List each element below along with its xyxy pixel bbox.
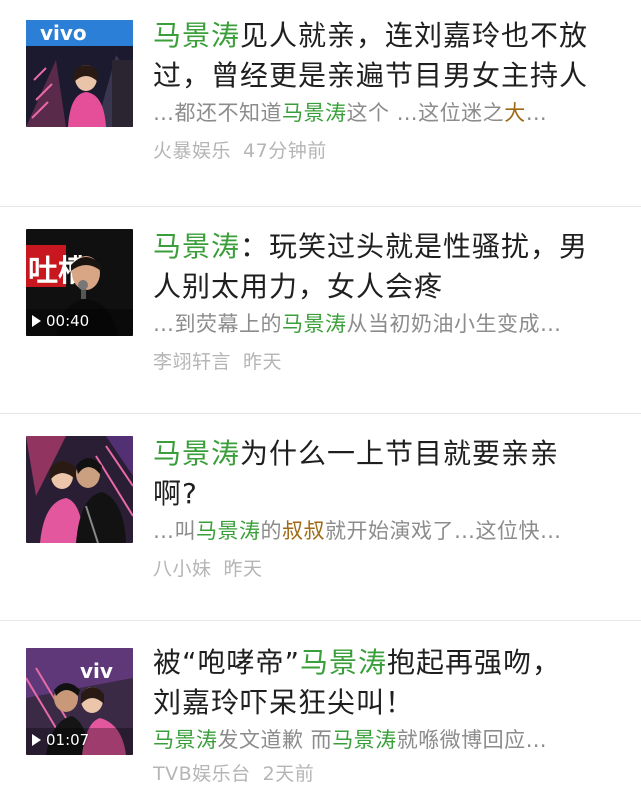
title-keyword: 马景涛 — [153, 230, 241, 263]
snippet-keyword: 马景涛 — [196, 519, 261, 543]
snippet-keyword: 马景涛 — [332, 728, 397, 752]
title-text: 见人就亲，连刘嘉玲也不放 — [240, 19, 589, 52]
title-text-line2: 刘嘉玲吓呆狂尖叫！ — [153, 686, 415, 719]
news-snippet: …到荧幕上的马景涛从当初奶油小生变成… — [153, 309, 613, 339]
talkshow-photo-icon[interactable]: 吐槽 00:40 — [26, 229, 133, 336]
news-feed: vivo 马景涛见人就亲，连刘嘉玲也不放 过，曾经更是亲遍节目男女主持人 …都还… — [0, 0, 641, 808]
timestamp: 47分钟前 — [243, 140, 327, 162]
news-meta: 八小妹 昨天 — [153, 556, 613, 582]
snippet-text: 就喺微博回应… — [396, 728, 548, 752]
snippet-keyword: 叔叔 — [282, 519, 325, 543]
play-icon — [32, 315, 41, 327]
news-snippet: 马景涛发文道歉 而马景涛就喺微博回应… — [153, 725, 613, 755]
snippet-keyword: 大 — [504, 101, 526, 125]
video-duration: 00:40 — [32, 312, 89, 330]
source-name[interactable]: 李翊轩言 — [153, 351, 231, 373]
source-name[interactable]: 八小妹 — [153, 558, 212, 580]
title-keyword: 马景涛 — [300, 646, 388, 679]
title-text-line2: 啊? — [153, 477, 198, 510]
title-text: 被“咆哮帝” — [153, 646, 301, 679]
source-name[interactable]: TVB娱乐台 — [153, 763, 251, 785]
news-title[interactable]: 被“咆哮帝”马景涛抱起再强吻， 刘嘉玲吓呆狂尖叫！ — [153, 643, 613, 723]
snippet-text: …都还不知道 — [153, 101, 282, 125]
thumb-logo-text: viv — [80, 659, 113, 683]
video-duration: 01:07 — [32, 731, 89, 749]
snippet-text: 发文道歉 而 — [217, 728, 333, 752]
news-snippet: …叫马景涛的叔叔就开始演戏了…这位快… — [153, 516, 613, 546]
title-text: 为什么一上节目就要亲亲 — [240, 437, 560, 470]
snippet-text: 这个 …这位迷之 — [346, 101, 505, 125]
news-title[interactable]: 马景涛：玩笑过头就是性骚扰，男 人别太用力，女人会疼 — [153, 227, 613, 307]
snippet-text: …叫 — [153, 519, 196, 543]
thumb-logo-text: vivo — [40, 21, 87, 45]
play-icon — [32, 734, 41, 746]
title-text: 抱起再强吻， — [387, 646, 562, 679]
snippet-text: 的 — [260, 519, 282, 543]
news-item[interactable]: 马景涛为什么一上节目就要亲亲 啊? …叫马景涛的叔叔就开始演戏了…这位快… 八小… — [0, 414, 641, 621]
title-keyword: 马景涛 — [153, 19, 241, 52]
snippet-text: 就开始演戏了…这位快… — [325, 519, 562, 543]
news-meta: 李翊轩言 昨天 — [153, 349, 613, 375]
title-text: ：玩笑过头就是性骚扰，男 — [240, 230, 589, 263]
timestamp: 2天前 — [262, 763, 315, 785]
timestamp: 昨天 — [223, 558, 263, 580]
news-meta: TVB娱乐台 2天前 — [153, 761, 613, 787]
snippet-keyword: 马景涛 — [282, 312, 347, 336]
snippet-keyword: 马景涛 — [153, 728, 218, 752]
kiss-photo-icon[interactable] — [26, 436, 133, 543]
snippet-keyword: 马景涛 — [282, 101, 347, 125]
news-item[interactable]: vivo 马景涛见人就亲，连刘嘉玲也不放 过，曾经更是亲遍节目男女主持人 …都还… — [0, 0, 641, 207]
snippet-text: … — [525, 101, 548, 125]
title-text-line2: 过，曾经更是亲遍节目男女主持人 — [153, 59, 589, 92]
news-title[interactable]: 马景涛见人就亲，连刘嘉玲也不放 过，曾经更是亲遍节目男女主持人 — [153, 16, 613, 96]
news-meta: 火暴娱乐 47分钟前 — [153, 138, 613, 164]
duration-text: 00:40 — [46, 312, 90, 330]
timestamp: 昨天 — [243, 351, 283, 373]
hug-photo-icon[interactable]: viv 01:07 — [26, 648, 133, 755]
news-title[interactable]: 马景涛为什么一上节目就要亲亲 啊? — [153, 434, 613, 514]
title-text-line2: 人别太用力，女人会疼 — [153, 270, 444, 303]
news-item[interactable]: 吐槽 00:40 马景涛：玩笑过头就是性骚扰，男 人别太用力，女人会疼 …到荧幕… — [0, 207, 641, 414]
source-name[interactable]: 火暴娱乐 — [153, 140, 231, 162]
duration-text: 01:07 — [46, 731, 90, 749]
snippet-text: …到荧幕上的 — [153, 312, 282, 336]
news-item[interactable]: viv 01:07 被“咆哮帝”马景涛抱起再强吻， 刘嘉玲吓呆狂尖叫！ 马景涛发… — [0, 621, 641, 808]
snippet-text: 从当初奶油小生变成… — [346, 312, 562, 336]
title-keyword: 马景涛 — [153, 437, 241, 470]
stage-photo-icon[interactable]: vivo — [26, 20, 133, 127]
news-snippet: …都还不知道马景涛这个 …这位迷之大… — [153, 98, 613, 128]
